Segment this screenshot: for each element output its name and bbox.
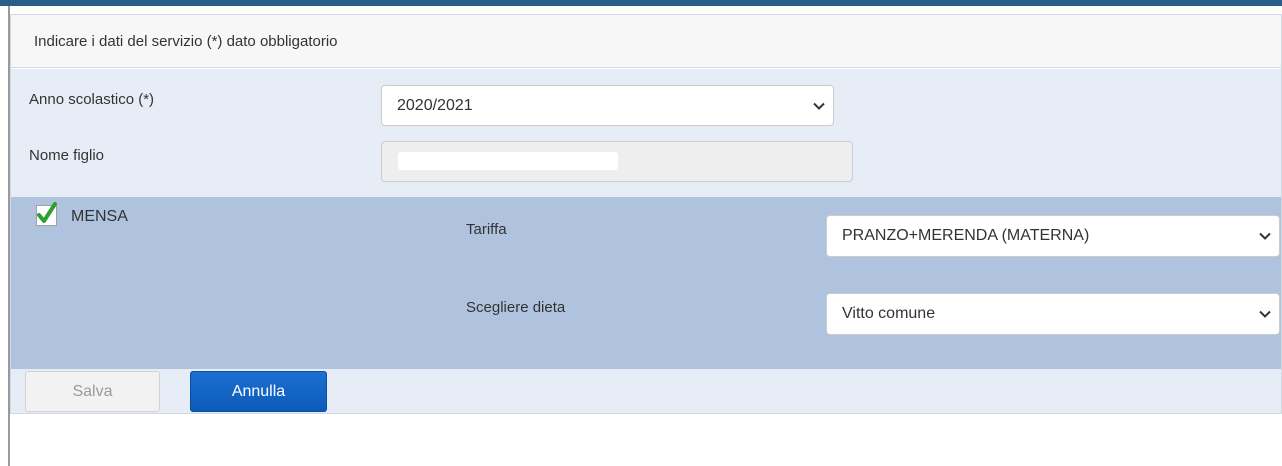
chevron-down-icon — [1259, 232, 1271, 240]
panel-body: Anno scolastico (*) 2020/2021 Nome figli… — [11, 69, 1281, 413]
dieta-select[interactable]: Vitto comune — [826, 293, 1280, 335]
anno-value: 2020/2021 — [397, 97, 473, 114]
nome-label: Nome figlio — [29, 147, 105, 164]
service-panel: Indicare i dati del servizio (*) dato ob… — [10, 14, 1282, 414]
button-row: Salva Annulla — [11, 369, 1281, 413]
mensa-checkbox[interactable] — [36, 202, 57, 226]
top-accent-bar — [0, 0, 1282, 6]
chevron-down-icon — [1259, 310, 1271, 318]
save-button[interactable]: Salva — [25, 371, 160, 412]
anno-label: Anno scolastico (*) — [29, 91, 155, 108]
panel-title: Indicare i dati del servizio (*) dato ob… — [34, 33, 338, 50]
cancel-button[interactable]: Annulla — [190, 371, 327, 412]
panel-header: Indicare i dati del servizio (*) dato ob… — [11, 15, 1281, 68]
chevron-down-icon — [813, 102, 825, 110]
tariffa-value: PRANZO+MERENDA (MATERNA) — [842, 227, 1090, 244]
dieta-label: Scegliere dieta — [466, 299, 566, 316]
tariffa-select[interactable]: PRANZO+MERENDA (MATERNA) — [826, 215, 1280, 257]
anno-select[interactable]: 2020/2021 — [381, 85, 834, 126]
dieta-value: Vitto comune — [842, 305, 936, 322]
mensa-label: MENSA — [71, 208, 128, 225]
service-band-mensa: MENSA Tariffa PRANZO+MERENDA (MATERNA) S… — [11, 197, 1281, 369]
tariffa-label: Tariffa — [466, 221, 507, 238]
check-icon — [37, 202, 57, 223]
redacted-name — [398, 152, 618, 170]
nome-field — [381, 141, 853, 182]
